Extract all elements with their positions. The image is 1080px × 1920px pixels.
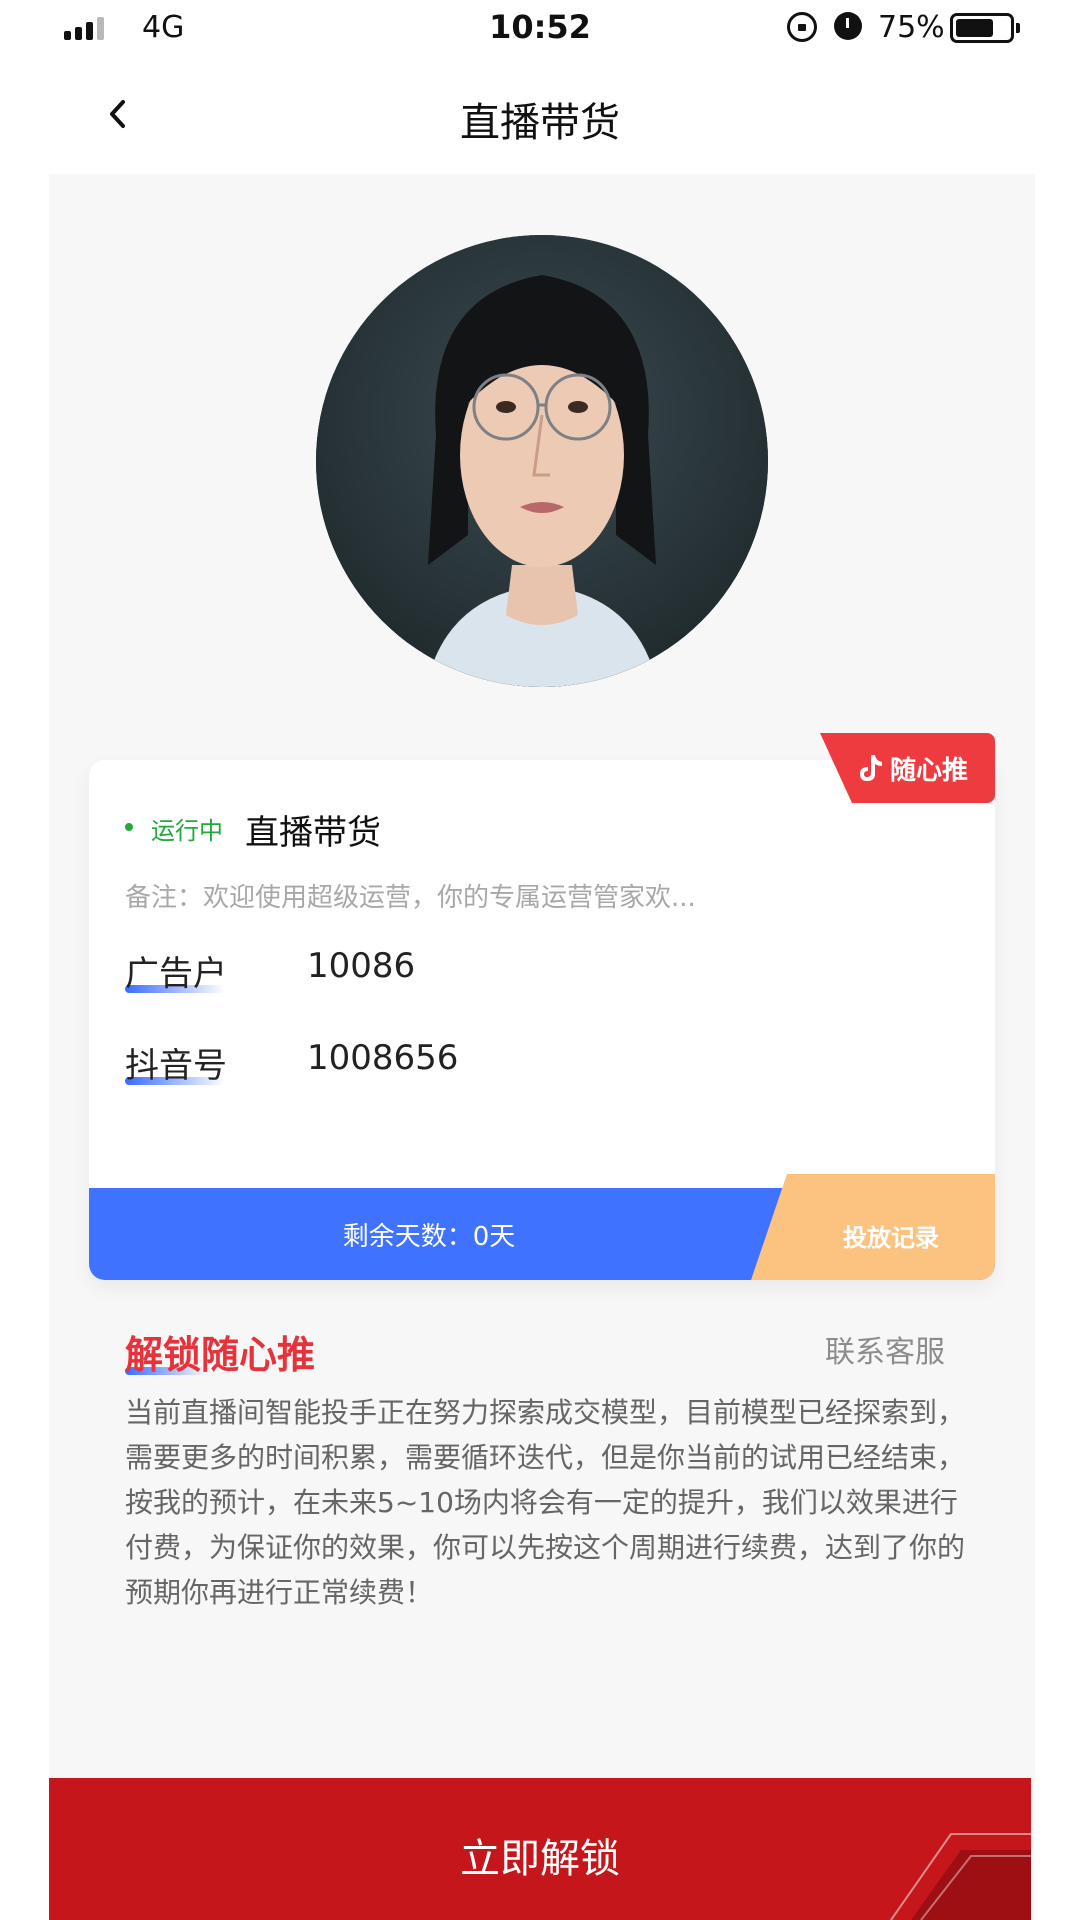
alarm-icon — [834, 12, 862, 40]
decorative-stripes — [890, 1833, 1031, 1920]
douyin-icon — [860, 755, 882, 781]
avatar — [316, 235, 768, 687]
record-button[interactable]: 投放记录 — [751, 1174, 995, 1280]
card-note: 备注：欢迎使用超级运营，你的专属运营管家欢... — [125, 883, 696, 913]
suixintui-tag: 随心推 — [820, 733, 995, 803]
battery-icon — [950, 13, 1020, 43]
douyin-id-value: 1008656 — [307, 1038, 459, 1078]
status-badge: 运行中 — [151, 817, 223, 845]
card-title: 直播带货 — [245, 813, 381, 853]
page-title: 直播带货 — [460, 100, 620, 146]
douyin-id-label: 抖音号 — [125, 1038, 227, 1087]
section-title: 解锁随心推 — [125, 1324, 315, 1379]
screen: 4G 10:52 75% 直播带货 运行中 直播带货 备注：欢迎使用超级运营，你… — [0, 0, 1080, 1920]
status-bar: 4G 10:52 75% — [0, 0, 1080, 58]
rotation-lock-icon — [787, 12, 817, 42]
unlock-now-button[interactable]: 立即解锁 — [49, 1778, 1031, 1920]
content-area: 运行中 直播带货 备注：欢迎使用超级运营，你的专属运营管家欢... 广告户 10… — [49, 174, 1035, 1920]
tag-label: 随心推 — [890, 756, 969, 786]
ad-account-label: 广告户 — [125, 946, 227, 995]
campaign-card[interactable]: 运行中 直播带货 备注：欢迎使用超级运营，你的专属运营管家欢... 广告户 10… — [89, 760, 995, 1280]
unlock-description: 当前直播间智能投手正在努力探索成交模型，目前模型已经探索到，需要更多的时间积累，… — [125, 1396, 966, 1609]
status-dot — [125, 823, 133, 831]
battery-percent: 75% — [878, 10, 945, 45]
record-button-label: 投放记录 — [843, 1224, 939, 1252]
days-remaining-text: 剩余天数：0天 — [342, 1222, 516, 1252]
contact-support-link[interactable]: 联系客服 — [825, 1327, 945, 1371]
nav-bar: 直播带货 — [0, 58, 1080, 174]
ad-account-value: 10086 — [307, 946, 416, 986]
